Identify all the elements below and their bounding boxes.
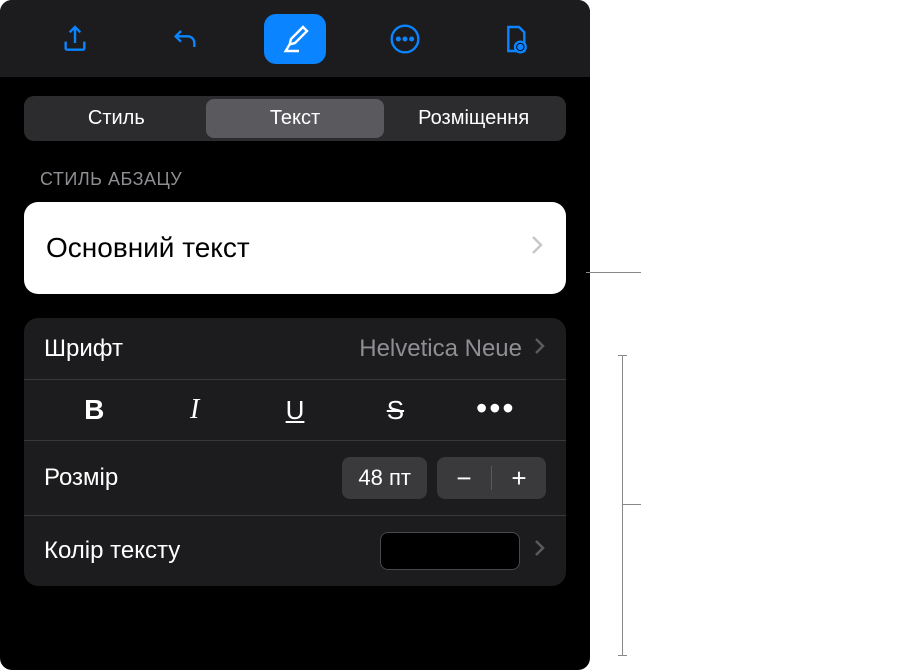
italic-button[interactable]: I: [144, 394, 244, 426]
size-decrease-button[interactable]: −: [437, 457, 491, 499]
undo-icon: [169, 23, 201, 55]
font-group: Шрифт Helvetica Neue B I U S ••• Розмір …: [24, 318, 566, 586]
paragraph-style-heading: СТИЛЬ АБЗАЦУ: [24, 169, 566, 190]
more-button[interactable]: [374, 14, 436, 64]
bold-button[interactable]: B: [44, 394, 144, 426]
paragraph-style-value: Основний текст: [46, 232, 250, 264]
callout-line: [618, 655, 627, 656]
size-label: Розмір: [44, 464, 342, 492]
callout-line: [622, 504, 641, 505]
strikethrough-button[interactable]: S: [345, 395, 445, 426]
text-style-row: B I U S •••: [24, 380, 566, 441]
size-row: Розмір 48 пт − +: [24, 441, 566, 516]
chevron-right-icon: [534, 337, 546, 361]
font-value: Helvetica Neue: [359, 335, 522, 363]
size-value[interactable]: 48 пт: [342, 457, 427, 499]
callout-line: [618, 355, 627, 356]
panel-content: Стиль Текст Розміщення СТИЛЬ АБЗАЦУ Осно…: [0, 78, 590, 604]
tab-layout[interactable]: Розміщення: [384, 99, 563, 138]
chevron-right-icon: [530, 234, 544, 262]
more-circle-icon: [389, 23, 421, 55]
toolbar: [0, 0, 590, 78]
callout-line: [586, 272, 641, 273]
document-view-icon: [499, 23, 531, 55]
format-brush-icon: [279, 23, 311, 55]
format-tabs: Стиль Текст Розміщення: [24, 96, 566, 141]
document-mode-button[interactable]: [484, 14, 546, 64]
text-color-label: Колір тексту: [44, 537, 380, 565]
text-color-swatch[interactable]: [380, 532, 520, 570]
share-icon: [59, 23, 91, 55]
text-color-row[interactable]: Колір тексту: [24, 516, 566, 586]
format-button[interactable]: [264, 14, 326, 64]
underline-button[interactable]: U: [245, 395, 345, 426]
ellipsis-icon: •••: [476, 390, 516, 426]
tab-text[interactable]: Текст: [206, 99, 385, 138]
format-panel: Стиль Текст Розміщення СТИЛЬ АБЗАЦУ Осно…: [0, 0, 590, 670]
size-increase-button[interactable]: +: [492, 457, 546, 499]
font-label: Шрифт: [44, 335, 359, 363]
undo-button[interactable]: [154, 14, 216, 64]
size-stepper: − +: [437, 457, 546, 499]
paragraph-style-row[interactable]: Основний текст: [24, 202, 566, 294]
font-row[interactable]: Шрифт Helvetica Neue: [24, 318, 566, 380]
tab-style[interactable]: Стиль: [27, 99, 206, 138]
share-button[interactable]: [44, 14, 106, 64]
callout-line: [622, 355, 623, 655]
more-styles-button[interactable]: •••: [446, 395, 546, 426]
chevron-right-icon: [534, 539, 546, 563]
